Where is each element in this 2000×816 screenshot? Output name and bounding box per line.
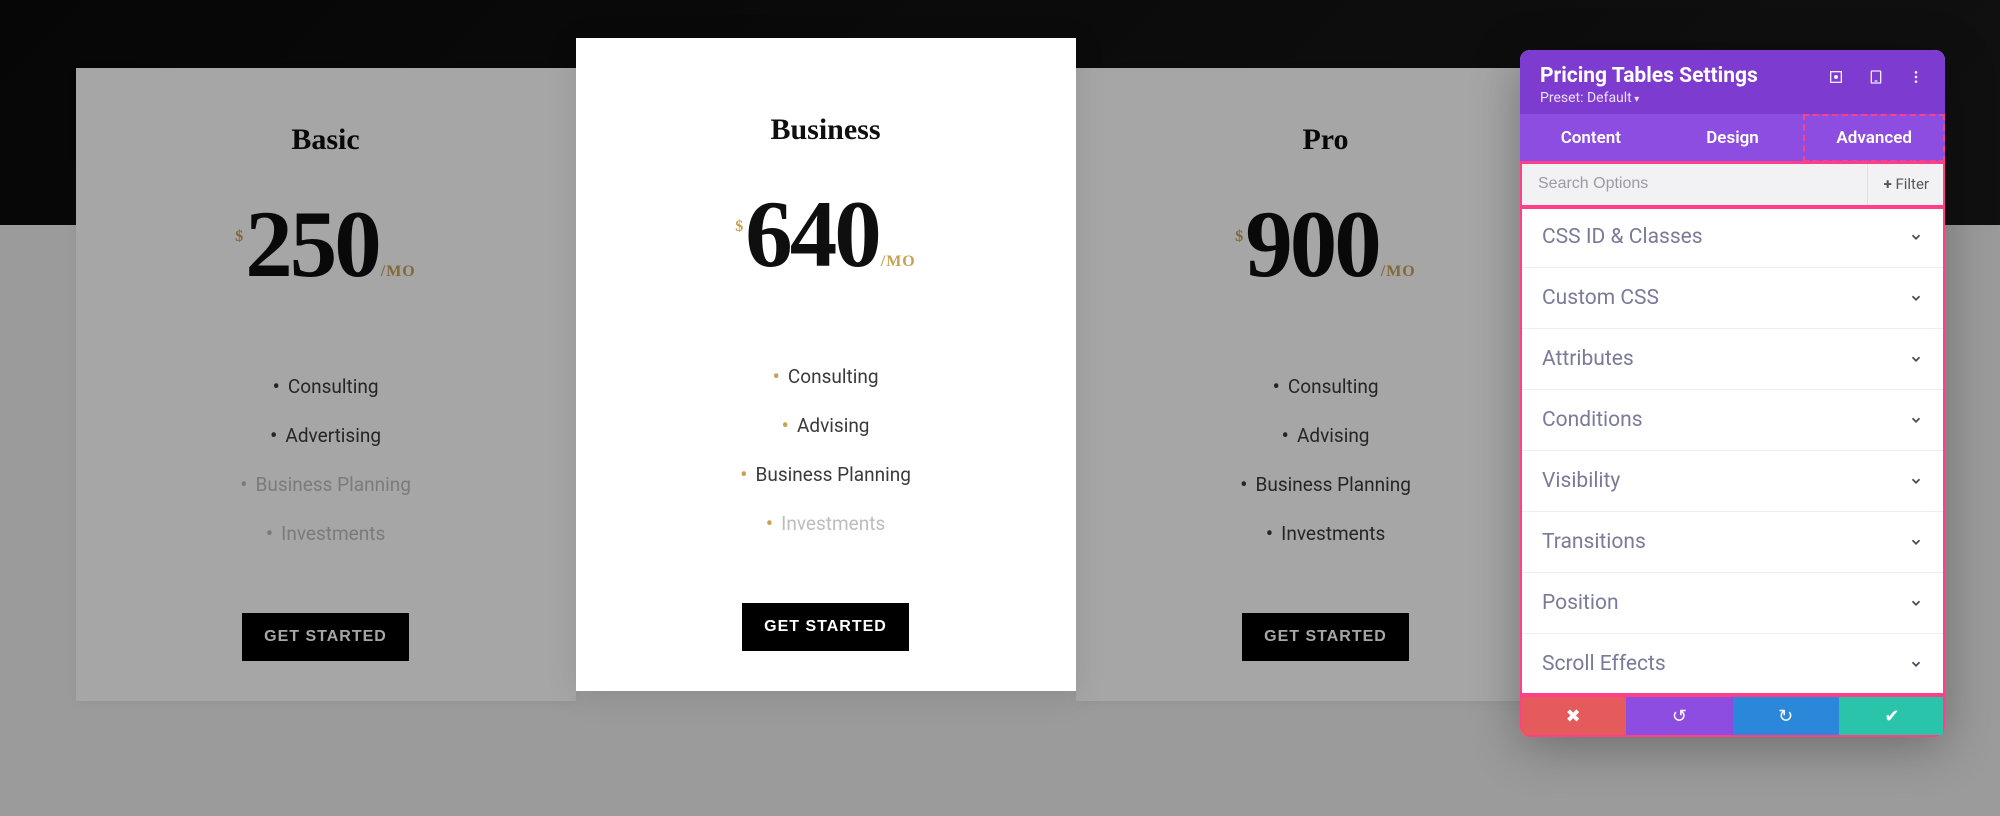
undo-button[interactable]: ↺ xyxy=(1626,695,1732,737)
redo-button[interactable]: ↻ xyxy=(1733,695,1839,737)
section-label: CSS ID & Classes xyxy=(1542,225,1703,249)
get-started-button[interactable]: GET STARTED xyxy=(1242,613,1409,661)
price-amount: 250 xyxy=(245,197,379,292)
expand-icon[interactable] xyxy=(1827,68,1845,86)
panel-footer: ✖ ↺ ↻ ✔ xyxy=(1520,695,1945,737)
section-label: Visibility xyxy=(1542,469,1620,493)
chevron-down-icon xyxy=(1909,413,1923,427)
section-label: Conditions xyxy=(1542,408,1643,432)
price-period: /MO xyxy=(881,253,916,271)
check-icon: ✔ xyxy=(1884,706,1899,727)
undo-icon: ↺ xyxy=(1672,706,1687,727)
chevron-down-icon xyxy=(1909,230,1923,244)
card-title: Pro xyxy=(1116,123,1536,157)
more-icon[interactable] xyxy=(1907,68,1925,86)
section-visibility[interactable]: Visibility xyxy=(1520,451,1945,512)
panel-header-icons xyxy=(1827,64,1925,86)
pricing-card-basic: Basic $ 250 /MO Consulting Advertising B… xyxy=(76,68,576,701)
chevron-down-icon xyxy=(1909,596,1923,610)
chevron-down-icon xyxy=(1909,291,1923,305)
section-css-id-classes[interactable]: CSS ID & Classes xyxy=(1520,207,1945,268)
tab-content[interactable]: Content xyxy=(1520,114,1662,162)
section-custom-css[interactable]: Custom CSS xyxy=(1520,268,1945,329)
tablet-icon[interactable] xyxy=(1867,68,1885,86)
settings-panel: Pricing Tables Settings Preset: Default … xyxy=(1520,50,1945,737)
filter-button[interactable]: Filter xyxy=(1867,162,1945,206)
chevron-down-icon xyxy=(1909,474,1923,488)
price-row: $ 900 /MO xyxy=(1116,197,1536,292)
currency: $ xyxy=(235,228,243,246)
price-row: $ 250 /MO xyxy=(116,197,536,292)
price-row: $ 640 /MO xyxy=(616,187,1036,282)
price-amount: 640 xyxy=(745,187,879,282)
panel-title: Pricing Tables Settings xyxy=(1540,64,1758,88)
panel-tabs: Content Design Advanced xyxy=(1520,114,1945,162)
price-amount: 900 xyxy=(1245,197,1379,292)
redo-icon: ↻ xyxy=(1778,706,1793,727)
chevron-down-icon xyxy=(1909,535,1923,549)
card-title: Business xyxy=(616,113,1036,147)
preset-dropdown[interactable]: Preset: Default xyxy=(1540,90,1758,106)
price-period: /MO xyxy=(381,263,416,281)
feature-list: Consulting Advertising Business Planning… xyxy=(116,362,536,558)
search-row: Filter xyxy=(1520,162,1945,207)
get-started-button[interactable]: GET STARTED xyxy=(242,613,409,661)
feature-item: Advising xyxy=(1116,411,1536,460)
section-scroll-effects[interactable]: Scroll Effects xyxy=(1520,634,1945,695)
tab-advanced[interactable]: Advanced xyxy=(1803,114,1945,162)
currency: $ xyxy=(735,218,743,236)
price-period: /MO xyxy=(1381,263,1416,281)
feature-list: Consulting Advising Business Planning In… xyxy=(616,352,1036,548)
feature-item: Consulting xyxy=(1116,362,1536,411)
chevron-down-icon xyxy=(1909,352,1923,366)
pricing-tables: Basic $ 250 /MO Consulting Advertising B… xyxy=(61,68,1590,701)
confirm-button[interactable]: ✔ xyxy=(1839,695,1945,737)
section-label: Attributes xyxy=(1542,347,1634,371)
section-attributes[interactable]: Attributes xyxy=(1520,329,1945,390)
feature-item: Investments xyxy=(616,499,1036,548)
panel-header[interactable]: Pricing Tables Settings Preset: Default xyxy=(1520,50,1945,114)
pricing-card-business: Business $ 640 /MO Consulting Advising B… xyxy=(576,38,1076,691)
tab-design[interactable]: Design xyxy=(1662,114,1804,162)
section-position[interactable]: Position xyxy=(1520,573,1945,634)
section-conditions[interactable]: Conditions xyxy=(1520,390,1945,451)
pricing-card-pro: Pro $ 900 /MO Consulting Advising Busine… xyxy=(1076,68,1576,701)
feature-item: Investments xyxy=(1116,509,1536,558)
feature-item: Business Planning xyxy=(116,460,536,509)
feature-item: Advising xyxy=(616,401,1036,450)
feature-item: Investments xyxy=(116,509,536,558)
section-label: Scroll Effects xyxy=(1542,652,1666,676)
feature-item: Consulting xyxy=(116,362,536,411)
section-list: CSS ID & Classes Custom CSS Attributes C… xyxy=(1520,207,1945,695)
section-transitions[interactable]: Transitions xyxy=(1520,512,1945,573)
get-started-button[interactable]: GET STARTED xyxy=(742,603,909,651)
section-label: Transitions xyxy=(1542,530,1646,554)
close-icon: ✖ xyxy=(1566,706,1581,727)
feature-item: Business Planning xyxy=(1116,460,1536,509)
feature-item: Consulting xyxy=(616,352,1036,401)
chevron-down-icon xyxy=(1909,657,1923,671)
section-label: Custom CSS xyxy=(1542,286,1659,310)
feature-item: Advertising xyxy=(116,411,536,460)
cancel-button[interactable]: ✖ xyxy=(1520,695,1626,737)
card-title: Basic xyxy=(116,123,536,157)
feature-list: Consulting Advising Business Planning In… xyxy=(1116,362,1536,558)
search-input[interactable] xyxy=(1520,162,1867,206)
section-label: Position xyxy=(1542,591,1619,615)
feature-item: Business Planning xyxy=(616,450,1036,499)
currency: $ xyxy=(1235,228,1243,246)
